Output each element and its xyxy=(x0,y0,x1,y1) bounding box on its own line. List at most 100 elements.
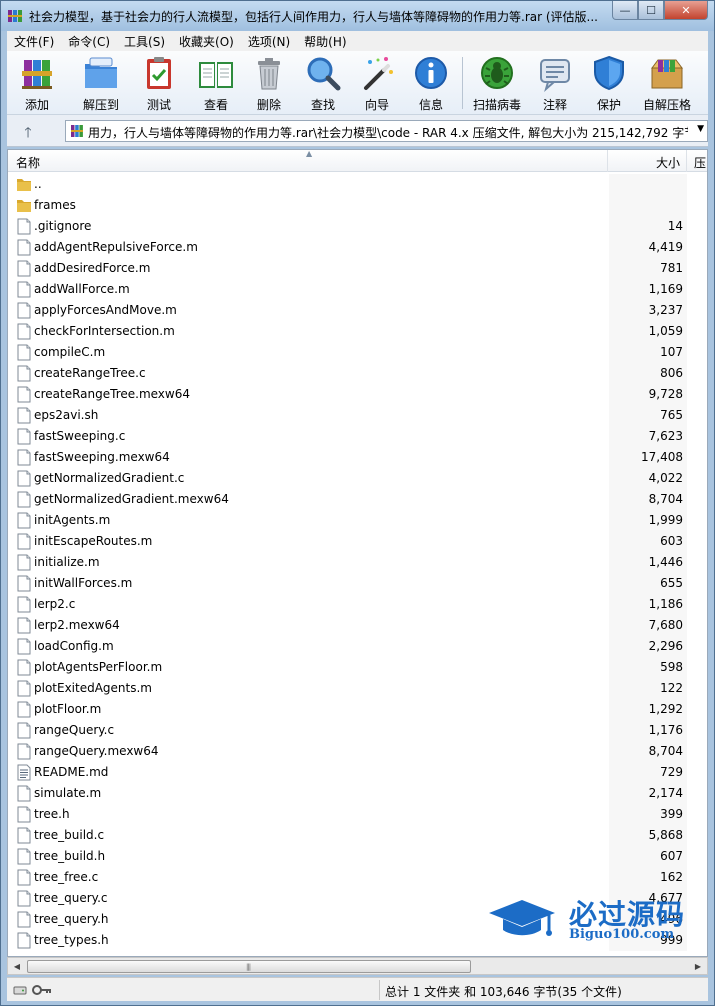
delete-button[interactable]: 删除 xyxy=(247,54,291,112)
folder-row[interactable]: frames xyxy=(8,195,707,216)
key-icon xyxy=(32,985,51,995)
folder-icon xyxy=(17,200,31,212)
file-row[interactable]: rangeQuery.c 1,176 xyxy=(8,720,707,741)
wizard-button[interactable]: 向导 xyxy=(355,54,399,112)
column-name-header[interactable]: ▲ 名称 xyxy=(8,150,608,172)
file-row[interactable]: plotExitedAgents.m 122 xyxy=(8,678,707,699)
file-row[interactable]: getNormalizedGradient.mexw64 8,704 xyxy=(8,489,707,510)
close-button[interactable]: ✕ xyxy=(664,1,708,20)
test-button[interactable]: 测试 xyxy=(137,54,181,112)
file-name: initWallForces.m xyxy=(34,576,133,590)
menu-tools[interactable]: 工具(S) xyxy=(117,33,172,50)
magic-wand-icon xyxy=(364,57,393,90)
file-row[interactable]: plotAgentsPerFloor.m 598 xyxy=(8,657,707,678)
file-size: 603 xyxy=(660,534,683,548)
file-row[interactable]: tree_build.c 5,868 xyxy=(8,825,707,846)
file-row[interactable]: initialize.m 1,446 xyxy=(8,552,707,573)
file-icon xyxy=(17,554,31,571)
scroll-right-button[interactable]: ▶ xyxy=(691,960,705,974)
file-icon xyxy=(17,365,31,382)
file-size: 1,292 xyxy=(648,702,683,716)
add-button[interactable]: 添加 xyxy=(15,54,59,112)
sfx-button[interactable]: 自解压格 xyxy=(639,54,695,112)
file-row[interactable]: compileC.m 107 xyxy=(8,342,707,363)
file-row[interactable]: initAgents.m 1,999 xyxy=(8,510,707,531)
file-row[interactable]: createRangeTree.mexw64 9,728 xyxy=(8,384,707,405)
virus-scan-button[interactable]: 扫描病毒 xyxy=(469,54,525,112)
size-column-shade xyxy=(609,195,687,216)
file-row[interactable]: initEscapeRoutes.m 603 xyxy=(8,531,707,552)
file-row[interactable]: eps2avi.sh 765 xyxy=(8,405,707,426)
view-button[interactable]: 查看 xyxy=(193,54,239,112)
file-size: 2,174 xyxy=(648,786,683,800)
file-row[interactable]: checkForIntersection.m 1,059 xyxy=(8,321,707,342)
file-size: 107 xyxy=(660,345,683,359)
scroll-thumb[interactable]: ||| xyxy=(27,960,471,973)
file-row[interactable]: tree.h 399 xyxy=(8,804,707,825)
title-bar[interactable]: 社会力模型，基于社会力的行人流模型，包括行人间作用力，行人与墙体等障碍物的作用力… xyxy=(1,1,714,31)
file-name: addAgentRepulsiveForce.m xyxy=(34,240,198,254)
file-size: 9,728 xyxy=(648,387,683,401)
menu-help[interactable]: 帮助(H) xyxy=(297,33,353,50)
view-label: 查看 xyxy=(203,98,228,112)
file-row[interactable]: tree_build.h 607 xyxy=(8,846,707,867)
file-size: 729 xyxy=(660,765,683,779)
watermark: 必过源码 Biguo100.com xyxy=(487,893,697,949)
file-row[interactable]: addAgentRepulsiveForce.m 4,419 xyxy=(8,237,707,258)
column-packed-label: 压 xyxy=(694,156,707,170)
file-size: 14 xyxy=(667,219,683,233)
file-name: createRangeTree.c xyxy=(34,366,146,380)
file-row[interactable]: fastSweeping.c 7,623 xyxy=(8,426,707,447)
file-row[interactable]: lerp2.mexw64 7,680 xyxy=(8,615,707,636)
file-name: eps2avi.sh xyxy=(34,408,99,422)
menu-options[interactable]: 选项(N) xyxy=(241,33,297,50)
minimize-button[interactable]: — xyxy=(612,1,638,20)
column-packed-header[interactable]: 压 xyxy=(688,150,707,172)
file-row[interactable]: loadConfig.m 2,296 xyxy=(8,636,707,657)
file-size: 3,237 xyxy=(648,303,683,317)
file-row[interactable]: initWallForces.m 655 xyxy=(8,573,707,594)
file-icon xyxy=(17,638,31,655)
menu-file[interactable]: 文件(F) xyxy=(7,33,61,50)
window-controls: — ☐ ✕ xyxy=(612,1,708,21)
file-row[interactable]: rangeQuery.mexw64 8,704 xyxy=(8,741,707,762)
address-dropdown-button[interactable]: ▼ xyxy=(697,124,704,134)
file-row[interactable]: README.md 729 xyxy=(8,762,707,783)
file-icon xyxy=(17,827,31,844)
horizontal-scrollbar[interactable]: ◀ ||| ▶ xyxy=(7,957,708,975)
file-row[interactable]: addDesiredForce.m 781 xyxy=(8,258,707,279)
comment-button[interactable]: 注释 xyxy=(533,54,577,112)
file-row[interactable]: plotFloor.m 1,292 xyxy=(8,699,707,720)
file-icon xyxy=(17,344,31,361)
info-icon xyxy=(415,57,447,89)
address-field[interactable]: 用力，行人与墙体等障碍物的作用力等.rar\社会力模型\code - RAR 4… xyxy=(65,120,708,142)
up-folder-button[interactable]: 🡑 xyxy=(19,122,37,141)
file-row[interactable]: addWallForce.m 1,169 xyxy=(8,279,707,300)
extract-to-button[interactable]: 解压到 xyxy=(75,54,127,112)
file-size: 655 xyxy=(660,576,683,590)
info-button[interactable]: 信息 xyxy=(409,54,453,112)
file-row[interactable]: lerp2.c 1,186 xyxy=(8,594,707,615)
open-book-icon xyxy=(199,62,233,88)
file-row[interactable]: tree_free.c 162 xyxy=(8,867,707,888)
maximize-button[interactable]: ☐ xyxy=(638,1,664,20)
scroll-left-button[interactable]: ◀ xyxy=(10,960,24,974)
find-button[interactable]: 查找 xyxy=(301,54,345,112)
file-row[interactable]: .gitignore 14 xyxy=(8,216,707,237)
folder-row[interactable]: .. xyxy=(8,174,707,195)
file-icon xyxy=(17,743,31,760)
file-row[interactable]: createRangeTree.c 806 xyxy=(8,363,707,384)
column-size-header[interactable]: 大小 xyxy=(609,150,687,172)
menu-commands[interactable]: 命令(C) xyxy=(61,33,117,50)
find-label: 查找 xyxy=(310,98,335,112)
file-row[interactable]: getNormalizedGradient.c 4,022 xyxy=(8,468,707,489)
file-name: tree_build.h xyxy=(34,849,106,863)
protect-button[interactable]: 保护 xyxy=(587,54,631,112)
menu-favorites[interactable]: 收藏夹(O) xyxy=(172,33,241,50)
file-size: 781 xyxy=(660,261,683,275)
delete-label: 删除 xyxy=(256,98,281,112)
file-size: 1,176 xyxy=(648,723,683,737)
file-row[interactable]: fastSweeping.mexw64 17,408 xyxy=(8,447,707,468)
file-row[interactable]: applyForcesAndMove.m 3,237 xyxy=(8,300,707,321)
file-row[interactable]: simulate.m 2,174 xyxy=(8,783,707,804)
